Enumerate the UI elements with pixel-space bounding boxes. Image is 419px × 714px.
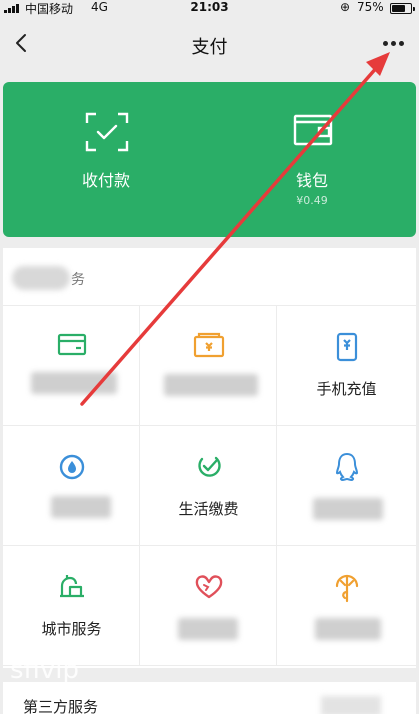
services-header: 务 (3, 248, 416, 306)
wallet-button[interactable]: 钱包 ¥0.49 (209, 82, 415, 237)
card-icon (57, 333, 86, 356)
services-grid: 手机充值 生活缴费 城市服务 (3, 306, 416, 666)
service-cell-qq[interactable] (277, 426, 416, 546)
services-header-text: 务 (71, 272, 85, 288)
blurred-label (31, 372, 117, 394)
wallet-icon (293, 114, 333, 146)
wallet-balance: ¥0.49 (296, 194, 328, 207)
blurred-label (315, 618, 381, 640)
battery-icon (390, 3, 415, 14)
watermark: sfivip (10, 655, 80, 685)
blurred-region (12, 266, 70, 290)
check-leaf-icon (197, 456, 221, 477)
wallet-label: 钱包 (295, 171, 328, 190)
nav-bar: 支付 (0, 17, 419, 73)
blurred-label (178, 618, 238, 640)
blurred-label (313, 498, 383, 520)
service-cell-utilities[interactable]: 生活缴费 (140, 426, 277, 546)
battery-percent: 75% (357, 0, 384, 14)
third-party-title: 第三方服务 (23, 698, 99, 714)
wallet-orange-icon (193, 332, 224, 358)
services-panel: 务 手机充值 生活缴费 城市服务 (3, 248, 416, 668)
service-cell-phone-recharge[interactable]: 手机充值 (277, 306, 416, 426)
more-options-button[interactable] (376, 31, 410, 55)
blurred-label (164, 374, 258, 396)
service-label: 手机充值 (316, 380, 377, 398)
chevron-left-icon (16, 34, 26, 52)
service-cell-card[interactable] (3, 306, 140, 426)
blurred-label (51, 496, 111, 518)
qq-icon (335, 452, 358, 482)
blurred-region (321, 696, 381, 714)
pay-card: 收付款 钱包 ¥0.49 (3, 82, 416, 237)
scan-pay-icon (85, 112, 129, 152)
service-cell-heart[interactable] (140, 546, 277, 666)
more-dot-icon (398, 40, 404, 46)
drop-icon (59, 454, 84, 480)
heart-icon (195, 575, 222, 599)
city-icon (59, 575, 84, 598)
receive-pay-button[interactable]: 收付款 (3, 82, 209, 237)
service-cell-insurance[interactable] (277, 546, 416, 666)
battery-fill (392, 5, 405, 12)
more-dot-icon (382, 40, 388, 46)
payment-screen: 中国移动 4G 21:03 ⊕ 75% 支付 收付款 钱包 ¥0.49 务 手机… (0, 0, 419, 714)
service-label: 城市服务 (41, 620, 102, 638)
phone-recharge-icon (336, 332, 357, 362)
rotation-lock-icon: ⊕ (340, 0, 351, 14)
service-cell-drop[interactable] (3, 426, 140, 546)
status-bar: 中国移动 4G 21:03 ⊕ 75% (0, 0, 419, 17)
service-cell-city[interactable]: 城市服务 (3, 546, 140, 666)
service-cell-wallet[interactable] (140, 306, 277, 426)
service-label: 生活缴费 (178, 500, 239, 518)
more-dot-icon (390, 40, 396, 46)
insurance-icon (335, 574, 358, 603)
back-button[interactable] (10, 31, 34, 55)
receive-pay-label: 收付款 (81, 171, 130, 190)
page-title: 支付 (191, 37, 228, 58)
third-party-panel: 第三方服务 (3, 682, 416, 714)
